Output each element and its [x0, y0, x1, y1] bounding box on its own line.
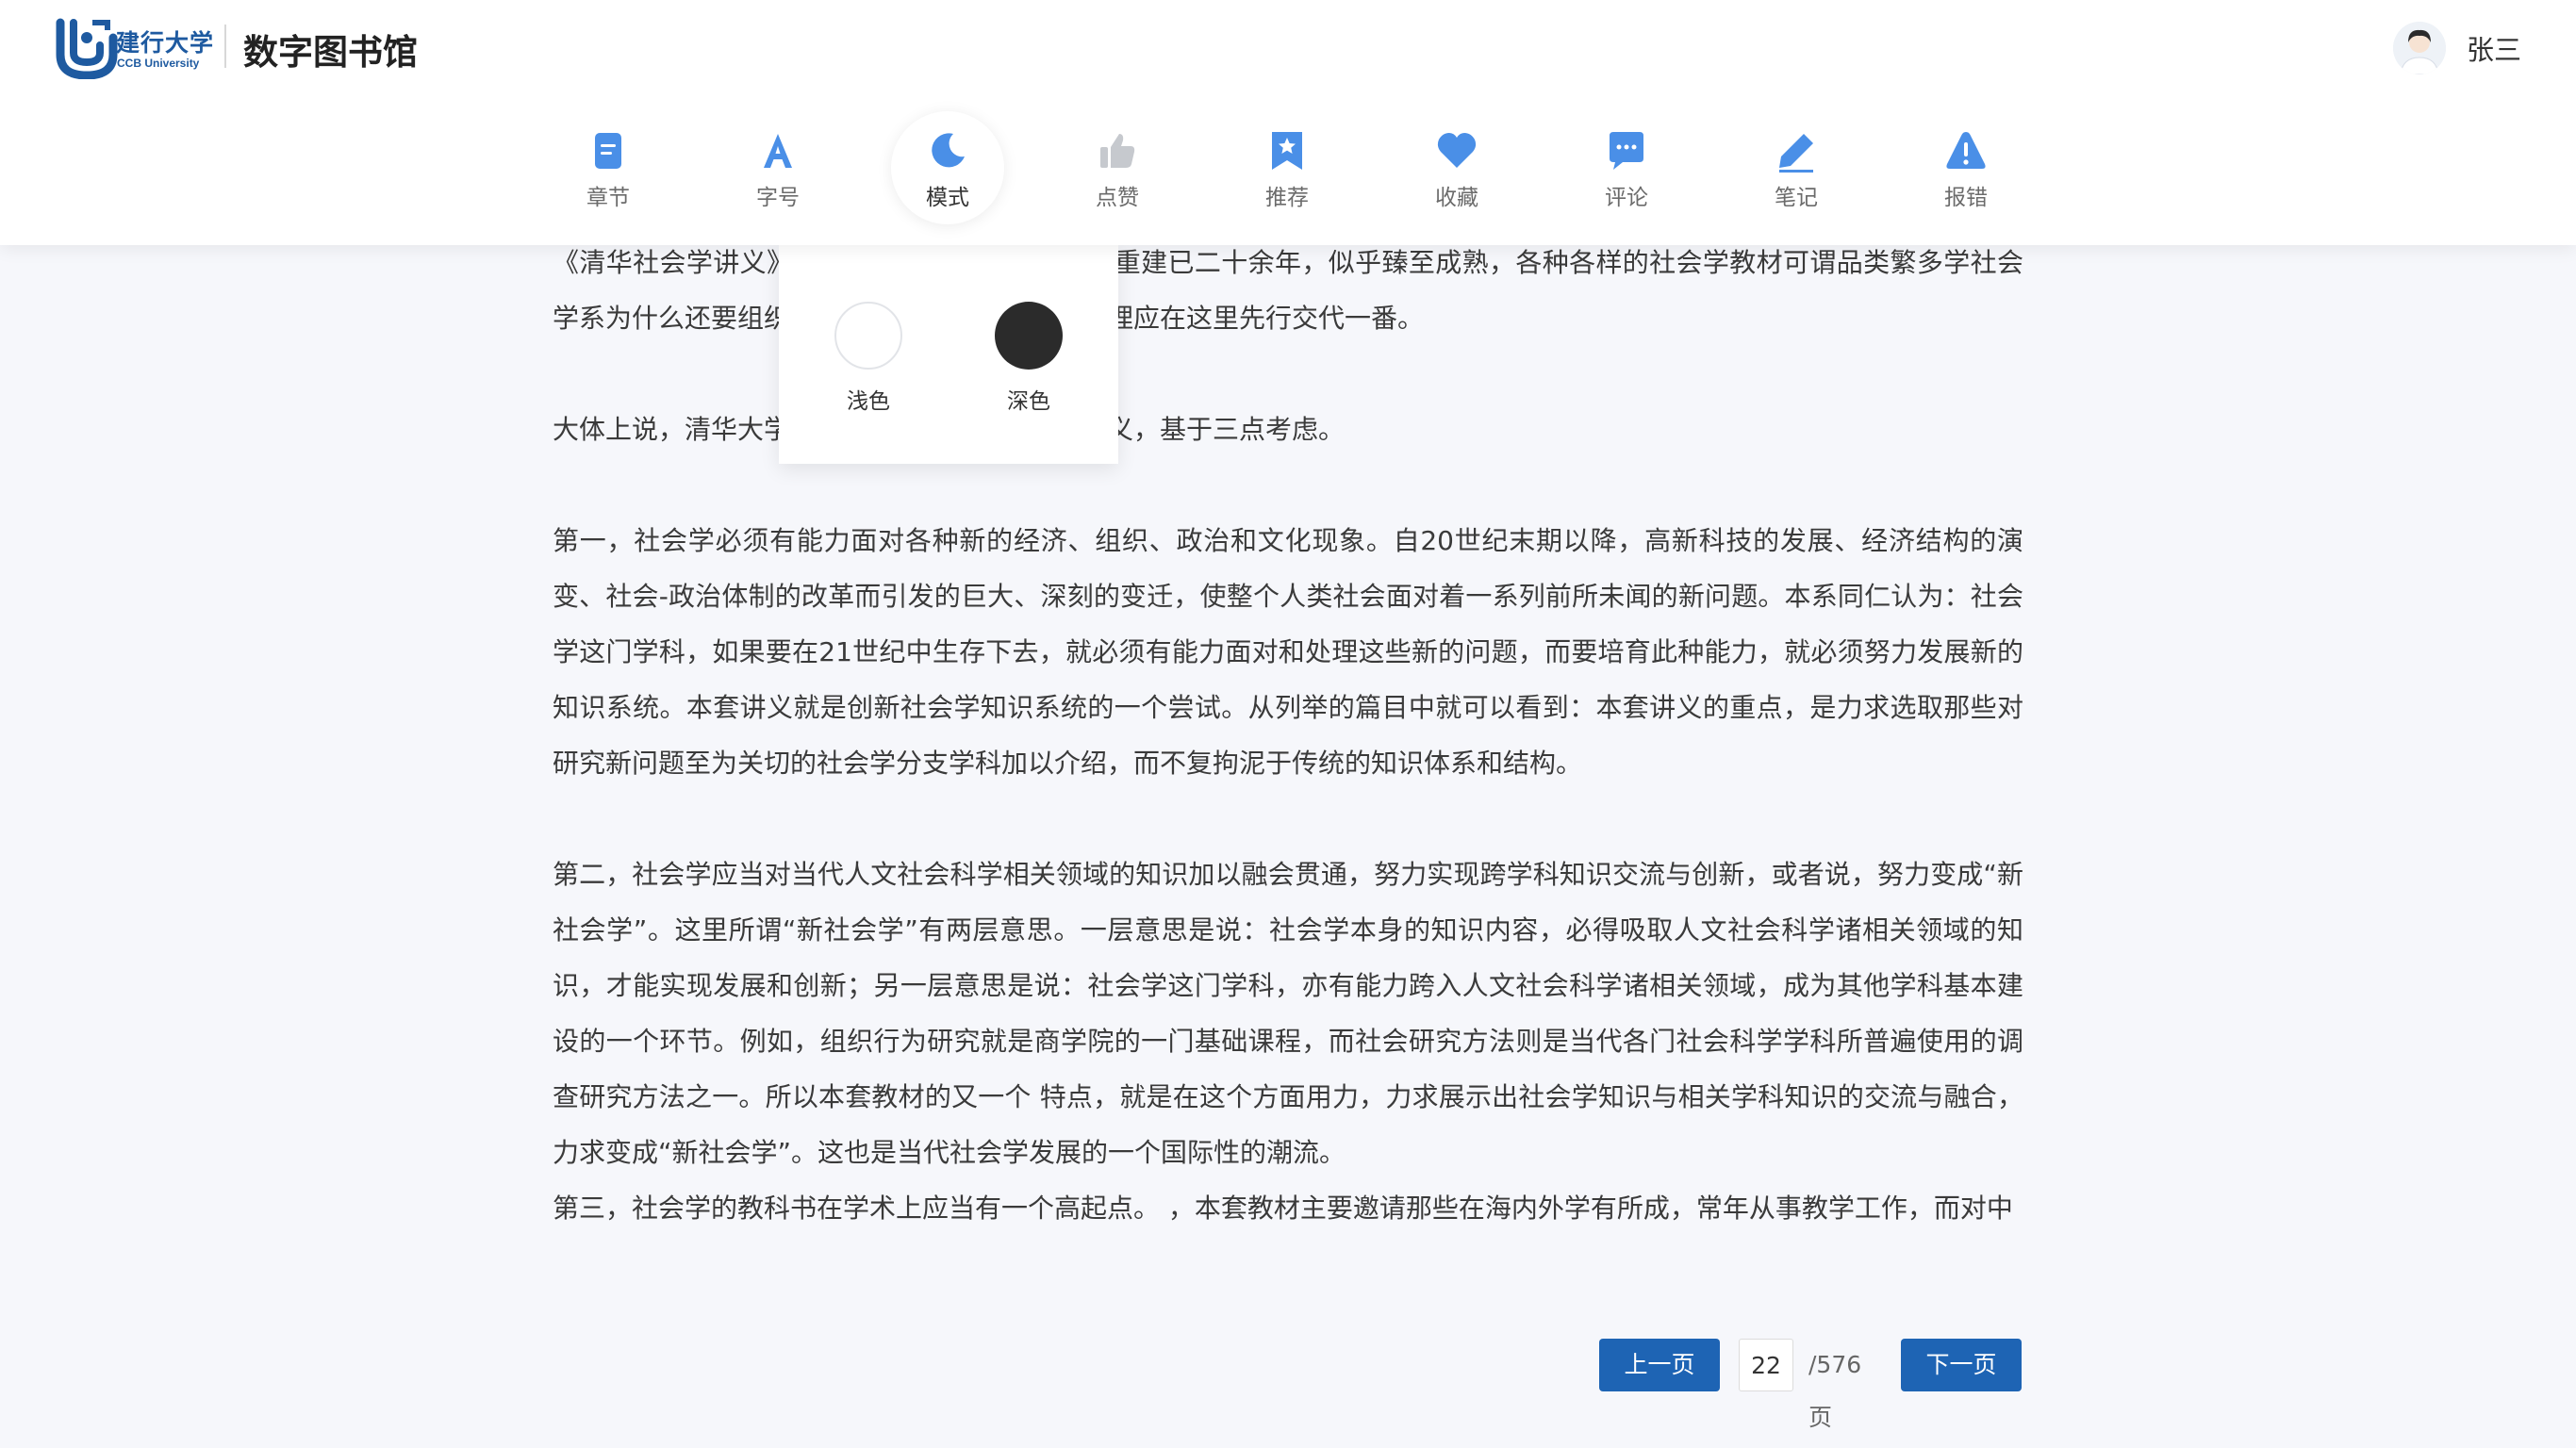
- light-swatch[interactable]: [834, 302, 902, 370]
- user-avatar-icon: [2392, 22, 2446, 74]
- mode-popup: 浅色 深色: [779, 245, 1118, 464]
- comment-icon: [1610, 132, 1643, 170]
- paragraph: 《清华社会学讲义》世了。在我国社会学恢复、重建已二十余年，似乎臻至成熟，各种各样…: [553, 247, 2023, 334]
- font-size-icon: [764, 134, 792, 168]
- dark-swatch[interactable]: [995, 302, 1063, 370]
- prev-page-button[interactable]: 上一页: [1599, 1339, 1720, 1391]
- tool-mode[interactable]: 模式: [891, 111, 1004, 224]
- warning-icon: [1946, 132, 1986, 169]
- pencil-icon: [1779, 134, 1813, 173]
- chapter-icon: [595, 133, 621, 169]
- logo-text-en: CCB University: [117, 57, 200, 70]
- ccb-university-logo: [56, 18, 118, 79]
- tool-label: 推荐: [1265, 186, 1309, 210]
- tool-label: 评论: [1605, 186, 1648, 210]
- tool-chapter[interactable]: 章节: [552, 111, 665, 224]
- mode-dark-option[interactable]: 深色: [977, 302, 1081, 415]
- tool-report-error[interactable]: 报错: [1909, 111, 2023, 224]
- reader-toolbar: 章节 字号 模式 点赞 推荐 收藏 评论 笔记 报错: [0, 111, 2576, 224]
- tool-note[interactable]: 笔记: [1740, 111, 1853, 224]
- avatar[interactable]: [2392, 22, 2446, 74]
- mode-light-label: 浅色: [847, 389, 890, 414]
- heart-icon: [1437, 133, 1477, 168]
- tool-label: 报错: [1944, 186, 1988, 210]
- page-number-input[interactable]: [1739, 1339, 1793, 1391]
- paragraph: 大体上说，清华大学社会学系诸同仁筹办这套讲义，基于三点考虑。: [553, 402, 2023, 457]
- tool-comment[interactable]: 评论: [1570, 111, 1683, 224]
- bookmark-star-icon: [1272, 132, 1302, 170]
- header: 建行大学 CCB University 数字图书馆 张三 章节 字号 模式 点赞…: [0, 0, 2576, 245]
- paragraph: 第三，社会学的教科书在学术上应当有一个高起点。 ，本套教材主要邀请那些在海内外学…: [553, 1193, 2013, 1224]
- tool-recommend[interactable]: 推荐: [1230, 111, 1344, 224]
- thumbs-up-icon: [1100, 134, 1135, 168]
- tool-label: 字号: [756, 186, 800, 210]
- tool-label: 点赞: [1096, 186, 1139, 210]
- tool-label: 笔记: [1775, 186, 1818, 210]
- page-total: /576页: [1808, 1351, 1862, 1431]
- user-name[interactable]: 张三: [2467, 28, 2521, 68]
- mode-light-option[interactable]: 浅色: [817, 302, 920, 415]
- user-menu[interactable]: 张三: [2392, 19, 2521, 77]
- mode-dark-label: 深色: [1007, 389, 1050, 414]
- logo-text-cn: 建行大学: [116, 29, 215, 57]
- next-page-button[interactable]: 下一页: [1901, 1339, 2022, 1391]
- logo-divider: [224, 25, 226, 68]
- tool-font-size[interactable]: 字号: [721, 111, 834, 224]
- paragraph: 第二，社会学应当对当代人文社会科学相关领域的知识加以融会贯通，努力实现跨学科知识…: [553, 859, 2023, 1168]
- moon-icon: [932, 133, 965, 168]
- tool-label: 模式: [926, 186, 969, 210]
- site-title: 数字图书馆: [243, 32, 418, 73]
- book-content: 《清华社会学讲义》世了。在我国社会学恢复、重建已二十余年，似乎臻至成熟，各种各样…: [553, 235, 2023, 1236]
- tool-label: 收藏: [1435, 186, 1478, 210]
- paragraph: 第一，社会学必须有能力面对各种新的经济、组织、政治和文化现象。自20世纪末期以降…: [553, 525, 2023, 779]
- tool-like[interactable]: 点赞: [1061, 111, 1174, 224]
- tool-label: 章节: [586, 186, 630, 210]
- tool-favorite[interactable]: 收藏: [1400, 111, 1513, 224]
